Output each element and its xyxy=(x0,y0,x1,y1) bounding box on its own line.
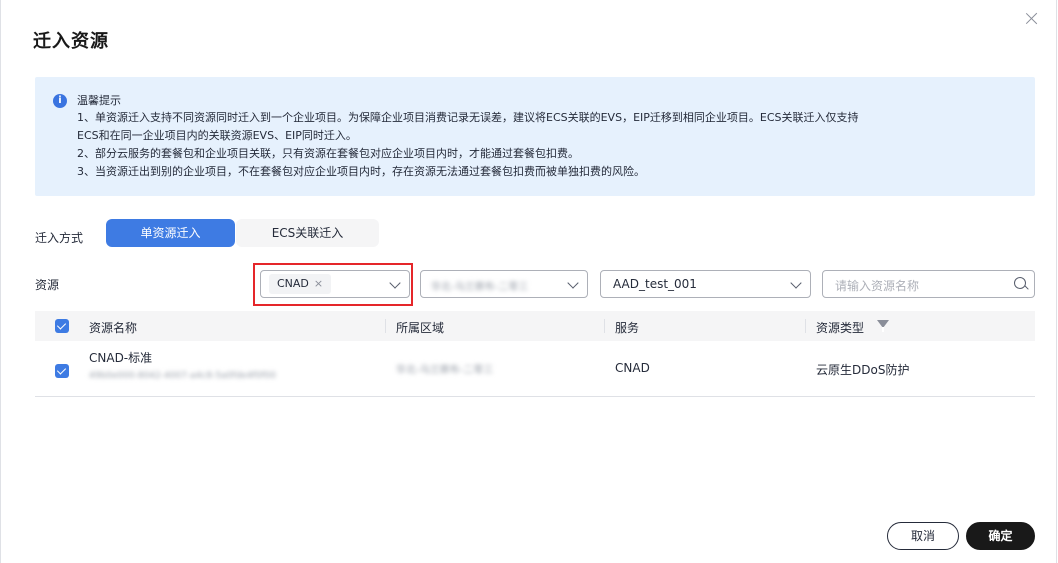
tab-ecs-associated[interactable]: ECS关联迁入 xyxy=(236,219,379,247)
notice-line: 1、单资源迁入支持不同资源同时迁入到一个企业项目。为保障企业项目消费记录无误差，… xyxy=(77,111,859,124)
resource-id: 49b0e000-8042-4007-a4c8-5a0fde4f0f00 xyxy=(89,371,276,381)
resource-service: CNAD xyxy=(615,361,650,375)
close-icon[interactable] xyxy=(1023,10,1041,28)
row-checkbox[interactable] xyxy=(55,364,69,378)
select-all-checkbox[interactable] xyxy=(55,319,69,333)
table-row: CNAD-标准 49b0e000-8042-4007-a4c8-5a0fde4f… xyxy=(35,341,1035,397)
search-icon[interactable] xyxy=(1014,277,1026,289)
resource-region: 华北-乌兰察布-二零三 xyxy=(396,365,494,376)
resource-label: 资源 xyxy=(35,278,60,292)
column-header-type: 资源类型 xyxy=(816,321,865,335)
search-input[interactable]: 请输入资源名称 xyxy=(822,270,1035,298)
search-placeholder: 请输入资源名称 xyxy=(835,279,920,293)
chevron-down-icon xyxy=(567,277,579,289)
column-header-service: 服务 xyxy=(615,321,640,335)
info-icon: i xyxy=(53,94,67,108)
dialog-border xyxy=(1056,0,1057,563)
resource-name: CNAD-标准 xyxy=(89,351,153,365)
column-header-name: 资源名称 xyxy=(89,321,138,335)
chevron-down-icon xyxy=(790,277,802,289)
dialog-border xyxy=(0,0,1,563)
notice-panel: i 温馨提示 1、单资源迁入支持不同资源同时迁入到一个企业项目。为保障企业项目消… xyxy=(35,77,1035,196)
tab-single-resource[interactable]: 单资源迁入 xyxy=(106,219,235,247)
notice-line: 2、部分云服务的套餐包和企业项目关联，只有资源在套餐包对应企业项目内时，才能通过… xyxy=(77,147,579,160)
confirm-button[interactable]: 确定 xyxy=(966,522,1035,550)
column-divider xyxy=(385,319,386,333)
column-divider xyxy=(805,319,806,333)
filter-icon[interactable] xyxy=(877,320,889,332)
column-divider xyxy=(604,319,605,333)
resource-type: 云原生DDoS防护 xyxy=(816,363,910,377)
notice-line: ECS和在同一企业项目内的关联资源EVS、EIP同时迁入。 xyxy=(77,129,357,142)
enterprise-project-value: AAD_test_001 xyxy=(613,277,697,291)
region-value: 华北-乌兰察布-二零三 xyxy=(431,282,529,293)
highlight-box xyxy=(253,263,413,306)
notice-title: 温馨提示 xyxy=(77,94,121,107)
table-header: 资源名称 所属区域 服务 资源类型 xyxy=(35,311,1035,341)
mode-label: 迁入方式 xyxy=(35,231,84,245)
notice-line: 3、当资源迁出到别的企业项目，不在套餐包对应企业项目内时，存在资源无法通过套餐包… xyxy=(77,165,645,178)
column-header-region: 所属区域 xyxy=(396,321,445,335)
cancel-button[interactable]: 取消 xyxy=(887,522,959,550)
migrate-resource-dialog: 迁入资源 i 温馨提示 1、单资源迁入支持不同资源同时迁入到一个企业项目。为保障… xyxy=(0,0,1058,563)
region-select[interactable]: 华北-乌兰察布-二零三 xyxy=(420,270,588,298)
dialog-title: 迁入资源 xyxy=(33,31,109,52)
enterprise-project-select[interactable]: AAD_test_001 xyxy=(600,270,811,298)
